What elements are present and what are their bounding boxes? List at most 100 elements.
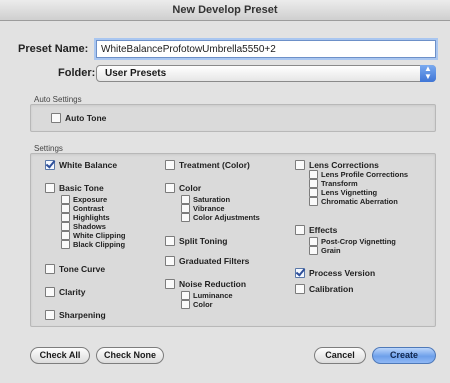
checkbox-label: Treatment (Color)	[179, 160, 250, 170]
checkbox-icon	[309, 179, 318, 188]
checkbox-icon	[181, 204, 190, 213]
preset-name-input[interactable]: WhiteBalanceProfotowUmbrella5550+2	[96, 40, 436, 58]
transform-checkbox[interactable]: Transform	[309, 179, 358, 188]
split-toning-checkbox[interactable]: Split Toning	[165, 236, 227, 246]
checkbox-label: Lens Corrections	[309, 160, 379, 170]
chromatic-aberration-checkbox[interactable]: Chromatic Aberration	[309, 197, 398, 206]
checkbox-label: Graduated Filters	[179, 256, 250, 266]
calibration-checkbox[interactable]: Calibration	[295, 284, 353, 294]
folder-select[interactable]: User Presets ▲ ▼	[96, 65, 436, 82]
checkbox-icon	[61, 222, 70, 231]
checkbox-icon	[181, 291, 190, 300]
checkbox-icon	[309, 197, 318, 206]
checkbox-icon	[165, 256, 175, 266]
checkbox-label: Clarity	[59, 287, 86, 297]
window-title: New Develop Preset	[0, 0, 450, 21]
auto-tone-checkbox[interactable]: Auto Tone	[51, 113, 106, 123]
checkbox-label: Color	[179, 183, 202, 193]
checkbox-icon	[165, 236, 175, 246]
checkbox-label: Saturation	[193, 195, 231, 204]
check-all-button[interactable]: Check All	[30, 347, 90, 364]
checkbox-icon	[61, 195, 70, 204]
checkbox-label: Lens Profile Corrections	[321, 170, 409, 179]
checkbox-label: Black Clipping	[73, 240, 126, 249]
checkbox-icon	[51, 113, 61, 123]
grain-checkbox[interactable]: Grain	[309, 246, 341, 255]
folder-label: Folder:	[58, 67, 96, 79]
checkbox-label: Vibrance	[193, 204, 225, 213]
checkbox-label: Lens Vignetting	[321, 188, 378, 197]
highlights-checkbox[interactable]: Highlights	[61, 213, 110, 222]
checkbox-icon	[45, 183, 55, 193]
basic-tone-checkbox[interactable]: Basic Tone	[45, 183, 104, 193]
checkbox-label: Grain	[321, 246, 341, 255]
black-clipping-checkbox[interactable]: Black Clipping	[61, 240, 125, 249]
checkbox-icon	[45, 264, 55, 274]
cancel-button[interactable]: Cancel	[314, 347, 366, 364]
checkbox-label: Auto Tone	[65, 113, 107, 123]
checkbox-label: Shadows	[73, 222, 106, 231]
checkbox-icon	[309, 170, 318, 179]
checkbox-icon	[295, 284, 305, 294]
checkbox-icon	[165, 160, 175, 170]
checkbox-icon	[309, 237, 318, 246]
auto-settings-title: Auto Settings	[34, 95, 82, 104]
checkbox-label: Effects	[309, 225, 338, 235]
luminance-checkbox[interactable]: Luminance	[181, 291, 233, 300]
select-arrows-icon: ▲ ▼	[420, 65, 436, 82]
contrast-checkbox[interactable]: Contrast	[61, 204, 104, 213]
lens-vignetting-checkbox[interactable]: Lens Vignetting	[309, 188, 377, 197]
saturation-checkbox[interactable]: Saturation	[181, 195, 230, 204]
checkbox-label: Noise Reduction	[179, 279, 247, 289]
clarity-checkbox[interactable]: Clarity	[45, 287, 85, 297]
checkmark-icon	[295, 268, 305, 278]
checkbox-icon	[309, 246, 318, 255]
checkbox-label: Luminance	[193, 291, 233, 300]
lens-profile-checkbox[interactable]: Lens Profile Corrections	[309, 170, 408, 179]
checkbox-label: Highlights	[73, 213, 110, 222]
white-clipping-checkbox[interactable]: White Clipping	[61, 231, 126, 240]
process-version-checkbox[interactable]: Process Version	[295, 268, 375, 278]
checkmark-icon	[45, 160, 55, 170]
checkbox-label: Calibration	[309, 284, 354, 294]
sharpening-checkbox[interactable]: Sharpening	[45, 310, 106, 320]
color-adjustments-checkbox[interactable]: Color Adjustments	[181, 213, 260, 222]
checkbox-label: Post-Crop Vignetting	[321, 237, 396, 246]
white-balance-checkbox[interactable]: White Balance	[45, 160, 117, 170]
check-none-button[interactable]: Check None	[96, 347, 164, 364]
checkbox-label: Exposure	[73, 195, 108, 204]
checkbox-icon	[165, 183, 175, 193]
color-checkbox[interactable]: Color	[165, 183, 201, 193]
lens-corrections-checkbox[interactable]: Lens Corrections	[295, 160, 379, 170]
noise-reduction-checkbox[interactable]: Noise Reduction	[165, 279, 246, 289]
checkbox-label: Split Toning	[179, 236, 228, 246]
checkbox-label: Tone Curve	[59, 264, 106, 274]
tone-curve-checkbox[interactable]: Tone Curve	[45, 264, 105, 274]
checkbox-icon	[295, 225, 305, 235]
checkbox-icon	[45, 310, 55, 320]
checkbox-label: Contrast	[73, 204, 104, 213]
create-button[interactable]: Create	[372, 347, 436, 364]
settings-group: White Balance Basic Tone Exposure Contra…	[30, 153, 436, 327]
checkbox-label: Color Adjustments	[193, 213, 260, 222]
treatment-checkbox[interactable]: Treatment (Color)	[165, 160, 250, 170]
checkbox-icon	[309, 188, 318, 197]
checkbox-label: Color	[193, 300, 213, 309]
shadows-checkbox[interactable]: Shadows	[61, 222, 106, 231]
post-crop-vignetting-checkbox[interactable]: Post-Crop Vignetting	[309, 237, 396, 246]
nr-color-checkbox[interactable]: Color	[181, 300, 213, 309]
auto-settings-group: Auto Tone	[30, 104, 436, 132]
checkbox-icon	[165, 279, 175, 289]
vibrance-checkbox[interactable]: Vibrance	[181, 204, 225, 213]
checkbox-icon	[181, 195, 190, 204]
checkbox-label: Chromatic Aberration	[321, 197, 398, 206]
folder-select-value: User Presets	[105, 68, 167, 79]
checkbox-label: Transform	[321, 179, 358, 188]
exposure-checkbox[interactable]: Exposure	[61, 195, 107, 204]
effects-checkbox[interactable]: Effects	[295, 225, 337, 235]
graduated-filters-checkbox[interactable]: Graduated Filters	[165, 256, 249, 266]
checkbox-icon	[181, 213, 190, 222]
checkbox-label: Basic Tone	[59, 183, 104, 193]
checkbox-icon	[45, 287, 55, 297]
checkbox-icon	[61, 204, 70, 213]
